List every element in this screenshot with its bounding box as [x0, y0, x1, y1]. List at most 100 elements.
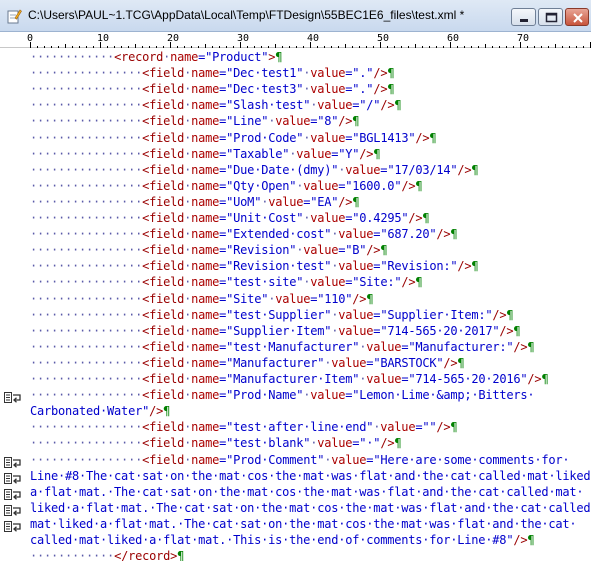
code-line[interactable]: ················<field·name="Dec·test1"·… [30, 65, 395, 81]
ruler-label: 10 [97, 33, 110, 44]
minimize-button[interactable] [511, 8, 536, 26]
code-line[interactable]: liked·a·flat·mat.·The·cat·sat·on·the·mat… [30, 500, 591, 516]
code-line[interactable]: ················<field·name="Qty·Open"·v… [30, 178, 423, 194]
code-token-val: "0.4295" [352, 211, 409, 225]
code-token-val: a·flat·mat.·The·cat·sat·on·the·mat·cos·t… [30, 484, 584, 499]
code-token-attr: value [366, 372, 402, 386]
code-token-para: ¶ [366, 291, 374, 306]
code-line[interactable]: ················<field·name="Line"·value… [30, 113, 360, 129]
code-line[interactable]: ················<field·name="test·blank"… [30, 435, 402, 451]
code-line[interactable]: ················<field·name="Prod·Name"·… [30, 387, 535, 403]
code-token-ws: ················ [30, 243, 143, 258]
code-line[interactable]: ················<field·name="Due·Date·(d… [30, 162, 479, 178]
code-token-val: "·" [359, 436, 381, 451]
code-line[interactable]: ················<field·name="Taxable"·va… [30, 146, 381, 162]
word-wrap-icon [4, 454, 24, 468]
code-line[interactable]: ················<field·name="Prod·Code"·… [30, 130, 437, 146]
code-line[interactable]: mat·liked·a·flat·mat.·The·cat·sat·on·the… [30, 516, 577, 532]
code-token-para: ¶ [429, 130, 437, 145]
code-token-tag: <field [142, 130, 185, 145]
code-token-para: ¶ [380, 243, 388, 258]
code-line[interactable]: ············</record>¶ [30, 548, 184, 561]
code-line[interactable]: ················<field·name="Dec·test3"·… [30, 81, 395, 97]
code-line[interactable]: a·flat·mat.·The·cat·sat·on·the·mat·cos·t… [30, 484, 584, 500]
code-token-val: "714-565·20·2016" [408, 372, 528, 386]
code-token-val: Carbonated·Water" [30, 404, 150, 419]
code-token-attr: name [191, 323, 220, 338]
close-button[interactable] [565, 8, 589, 26]
code-token-ws: ················ [30, 452, 143, 467]
code-token-para: ¶ [450, 227, 458, 242]
code-token-attr: name [191, 146, 220, 161]
code-line[interactable]: ················<field·name="Site"·value… [30, 291, 374, 307]
code-line[interactable]: ············<record·name="Product">¶ [30, 49, 282, 65]
code-line[interactable]: ················<field·name="test·after·… [30, 419, 458, 435]
code-line[interactable]: Carbonated·Water"/>¶ [30, 403, 170, 419]
code-token-attr: value [317, 436, 353, 451]
code-line[interactable]: ················<field·name="Manufacture… [30, 371, 549, 387]
column-ruler: 0 10 20 30 40 50 60 70 [0, 32, 591, 48]
code-token-val: "Revision:" [380, 259, 458, 274]
code-token-val: "Supplier·Item:" [380, 307, 493, 322]
code-token-attr: name [191, 452, 220, 467]
code-line[interactable]: ················<field·name="Extended·co… [30, 226, 458, 242]
title-bar: C:\Users\PAUL~1.TCG\AppData\Local\Temp\F… [0, 0, 591, 32]
code-token-tag: <field [142, 114, 185, 129]
code-token-tag: <field [142, 66, 185, 81]
code-token-attr: value [310, 130, 346, 145]
code-line[interactable]: ················<field·name="test·Manufa… [30, 339, 535, 355]
code-token-tag: <field [142, 420, 185, 435]
code-line[interactable]: ················<field·name="test·site"·… [30, 274, 423, 290]
code-token-tag: <field [142, 243, 185, 258]
code-token-val: "test·Manufacturer" [226, 339, 360, 354]
code-token-tag: <record [114, 50, 164, 64]
code-token-tag: /> [457, 162, 472, 177]
code-token-attr: name [191, 243, 220, 258]
code-token-attr: value [310, 82, 346, 97]
code-token-ws: ················ [30, 178, 143, 193]
code-token-ws: ················ [30, 436, 143, 451]
code-token-val: "Qty·Open" [226, 178, 297, 193]
code-token-tag: <field [142, 323, 185, 338]
code-token-val: "Manufacturer" [226, 355, 325, 370]
code-line[interactable]: ················<field·name="Revision·te… [30, 258, 479, 274]
code-token-tag: </record> [114, 549, 178, 561]
code-line[interactable]: ················<field·name="Supplier·It… [30, 323, 521, 339]
code-token-para: ¶ [471, 259, 479, 274]
code-token-tag: <field [142, 259, 185, 274]
code-line[interactable]: ················<field·name="Manufacture… [30, 355, 465, 371]
code-token-attr: name [191, 372, 220, 386]
code-token-attr: name [191, 420, 220, 435]
code-token-tag: <field [142, 162, 185, 177]
code-token-tag: /> [401, 275, 416, 290]
code-line[interactable]: ················<field·name="Prod·Commen… [30, 452, 570, 468]
code-token-attr: value [310, 275, 346, 290]
code-token-para: ¶ [471, 162, 479, 177]
ruler-label: 50 [377, 33, 390, 44]
code-line[interactable]: ················<field·name="Slash·test"… [30, 97, 402, 113]
code-token-val: "UoM" [226, 194, 262, 209]
code-token-para: ¶ [373, 146, 381, 161]
code-token-val: "." [352, 82, 374, 97]
code-line[interactable]: Line·#8·The·cat·sat·on·the·mat·cos·the·m… [30, 468, 591, 484]
maximize-button[interactable] [538, 8, 563, 26]
code-token-tag: /> [338, 114, 353, 129]
code-token-tag: /> [149, 404, 164, 419]
code-line[interactable]: ················<field·name="Unit·Cost"·… [30, 210, 430, 226]
code-token-para: ¶ [394, 436, 402, 451]
code-token-val: called·mat·liked·a·flat·mat.·This·is·the… [30, 533, 514, 547]
code-line[interactable]: ················<field·name="test·Suppli… [30, 307, 514, 323]
code-line[interactable]: ················<field·name="UoM"·value=… [30, 194, 360, 210]
code-token-tag: <field [142, 307, 185, 322]
code-token-attr: value [296, 146, 332, 161]
code-line[interactable]: ················<field·name="Revision"·v… [30, 242, 388, 258]
code-token-val: "" [422, 420, 437, 435]
code-token-tag: /> [373, 66, 388, 81]
code-line[interactable]: called·mat·liked·a·flat·mat.·This·is·the… [30, 532, 535, 548]
xml-editor-area[interactable]: ············<record·name="Product">¶ ····… [0, 48, 591, 561]
code-token-para: ¶ [275, 50, 283, 64]
ruler-label: 30 [237, 33, 250, 44]
code-token-ws: ················ [30, 194, 143, 209]
code-token-tag: <field [142, 372, 185, 386]
code-token-attr: value [366, 339, 402, 354]
